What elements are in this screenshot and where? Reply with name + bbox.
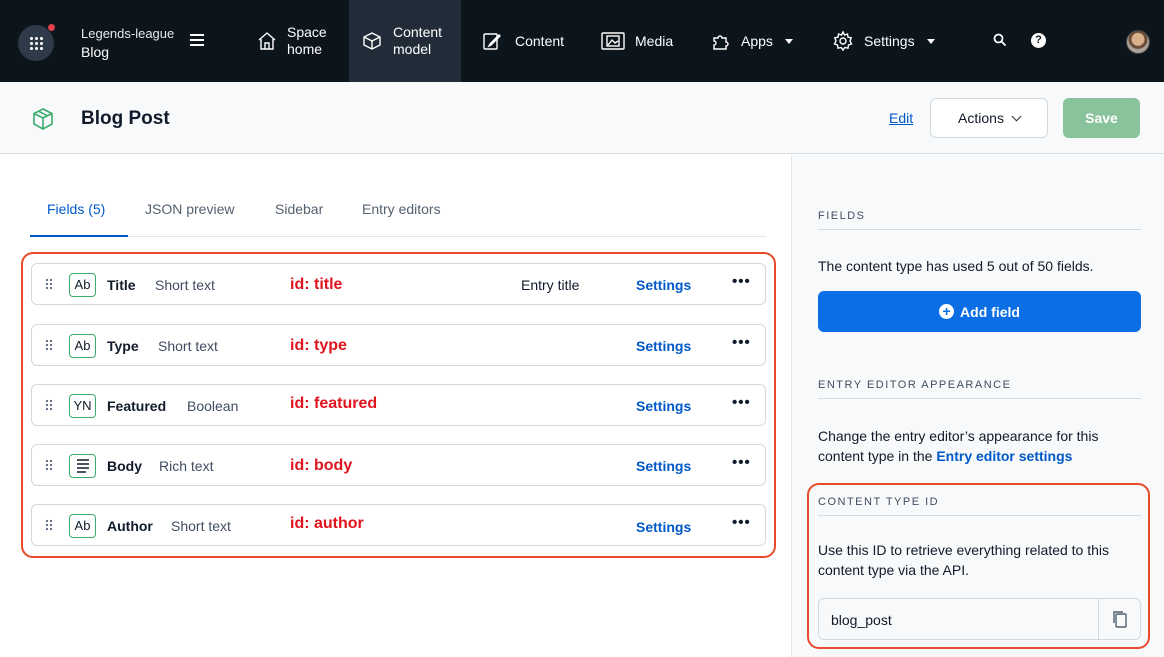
field-settings-link[interactable]: Settings	[636, 519, 691, 535]
space-name[interactable]: Legends-league Blog	[81, 26, 174, 60]
caret-down-icon	[784, 38, 793, 44]
nav-space-home[interactable]: Space home	[244, 0, 344, 82]
field-id-annotation: id: type	[290, 337, 347, 354]
nav-space-home-line1: Space	[287, 24, 327, 40]
edit-note-icon	[483, 33, 501, 50]
nav-content-model[interactable]: Content model	[349, 0, 461, 82]
more-options-icon[interactable]: •••	[732, 334, 751, 351]
field-type: Short text	[171, 518, 231, 534]
nav-apps-label: Apps	[741, 33, 773, 49]
short-text-icon: Ab	[69, 514, 96, 538]
house-icon	[258, 32, 276, 50]
field-settings-link[interactable]: Settings	[636, 338, 691, 354]
drag-handle-icon[interactable]	[45, 278, 53, 290]
grid-dots-icon	[29, 36, 43, 50]
plus-circle-icon: +	[939, 304, 955, 319]
field-id-annotation: id: body	[290, 457, 353, 474]
field-settings-link[interactable]: Settings	[636, 277, 691, 293]
chevron-down-icon	[1011, 111, 1022, 121]
nav-settings[interactable]: Settings	[832, 0, 935, 82]
page-title: Blog Post	[81, 108, 170, 129]
field-id-annotation: id: title	[290, 276, 343, 293]
more-options-icon[interactable]: •••	[732, 273, 751, 290]
field-row-featured[interactable]: YN Featured Boolean id: featured Setting…	[31, 384, 766, 426]
field-settings-link[interactable]: Settings	[636, 458, 691, 474]
content-type-header: Blog Post Edit Actions Save	[0, 82, 1164, 154]
actions-label: Actions	[958, 110, 1004, 126]
edit-link[interactable]: Edit	[889, 110, 913, 126]
field-type: Short text	[155, 277, 215, 293]
drag-handle-icon[interactable]	[45, 459, 53, 471]
tab-sidebar[interactable]: Sidebar	[275, 201, 323, 217]
field-name: Type	[107, 338, 139, 354]
space-switcher-button[interactable]	[18, 23, 56, 61]
field-row-title[interactable]: Ab Title Short text id: title Entry titl…	[31, 263, 766, 305]
image-icon	[601, 32, 625, 50]
add-field-label: Add field	[960, 303, 1020, 320]
entry-editor-appearance-heading: ENTRY EDITOR APPEARANCE	[818, 379, 1012, 391]
help-icon[interactable]: ?	[1031, 33, 1046, 48]
field-name: Title	[107, 277, 136, 293]
nav-content[interactable]: Content	[482, 0, 564, 82]
nav-media-label: Media	[635, 33, 674, 49]
tab-entry-editors[interactable]: Entry editors	[362, 201, 441, 217]
space-env-label: Blog	[81, 44, 110, 60]
nav-content-model-line1: Content	[393, 24, 443, 40]
divider	[818, 398, 1141, 399]
short-text-icon: Ab	[69, 334, 96, 358]
field-type: Boolean	[187, 398, 239, 414]
nav-apps[interactable]: Apps	[710, 0, 793, 82]
add-field-button[interactable]: + Add field	[818, 291, 1141, 332]
drag-handle-icon[interactable]	[45, 339, 53, 351]
field-name: Author	[107, 518, 153, 534]
more-options-icon[interactable]: •••	[732, 514, 751, 531]
boolean-icon: YN	[69, 394, 96, 418]
user-avatar[interactable]	[1126, 30, 1150, 54]
tab-fields[interactable]: Fields (5)	[47, 201, 105, 217]
fields-usage-text: The content type has used 5 out of 50 fi…	[818, 258, 1094, 274]
active-tab-indicator	[30, 235, 128, 237]
field-type: Rich text	[159, 458, 214, 474]
caret-down-icon	[926, 38, 935, 44]
entry-editor-settings-link[interactable]: Entry editor settings	[936, 448, 1072, 464]
tab-json-preview[interactable]: JSON preview	[145, 201, 234, 217]
field-name: Featured	[107, 398, 167, 414]
actions-dropdown-button[interactable]: Actions	[930, 98, 1048, 138]
field-id-annotation: id: featured	[290, 395, 378, 412]
cube-icon	[363, 32, 381, 50]
entry-editor-appearance-text: Change the entry editor’s appearance for…	[818, 426, 1148, 466]
search-icon[interactable]	[993, 33, 1007, 47]
nav-space-home-line2: home	[287, 41, 323, 57]
save-button[interactable]: Save	[1063, 98, 1140, 138]
field-row-author[interactable]: Ab Author Short text id: author Settings…	[31, 504, 766, 546]
nav-content-model-line2: model	[393, 41, 432, 57]
nav-content-label: Content	[515, 33, 565, 49]
space-org-label: Legends-league	[81, 26, 175, 41]
divider	[818, 229, 1141, 230]
field-settings-link[interactable]: Settings	[636, 398, 691, 414]
fields-heading: FIELDS	[818, 210, 866, 222]
drag-handle-icon[interactable]	[45, 519, 53, 531]
hamburger-menu-icon[interactable]	[190, 34, 204, 46]
puzzle-icon	[713, 35, 729, 50]
nav-media[interactable]: Media	[601, 0, 673, 82]
more-options-icon[interactable]: •••	[732, 394, 751, 411]
nav-settings-label: Settings	[864, 33, 915, 49]
rich-text-icon	[69, 454, 96, 478]
field-row-body[interactable]: Body Rich text id: body Settings •••	[31, 444, 766, 486]
content-type-tabs: Fields (5) JSON preview Sidebar Entry ed…	[30, 155, 766, 237]
gear-icon	[833, 30, 853, 52]
field-id-annotation: id: author	[290, 515, 364, 532]
field-name: Body	[107, 458, 142, 474]
drag-handle-icon[interactable]	[45, 399, 53, 411]
entry-title-badge: Entry title	[521, 277, 580, 293]
notification-dot	[47, 23, 56, 32]
short-text-icon: Ab	[69, 273, 96, 297]
more-options-icon[interactable]: •••	[732, 454, 751, 471]
content-type-cube-icon	[33, 108, 53, 130]
top-navigation-bar: Legends-league Blog Space home Content m…	[0, 0, 1164, 82]
field-row-type[interactable]: Ab Type Short text id: type Settings •••	[31, 324, 766, 366]
annotation-highlight-content-type-id	[807, 483, 1150, 649]
field-type: Short text	[158, 338, 218, 354]
